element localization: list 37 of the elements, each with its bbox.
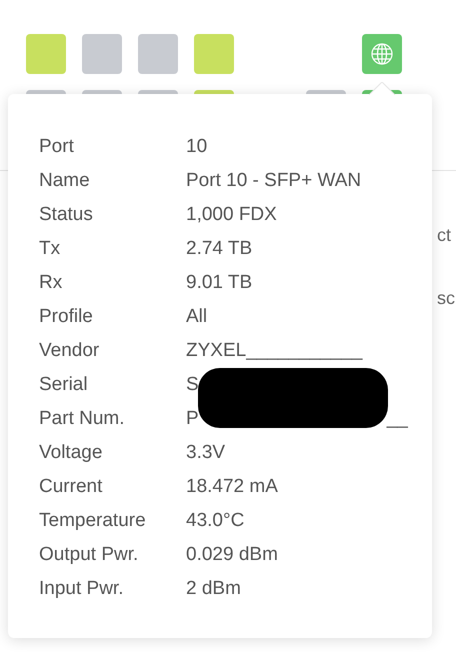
field-value: 1,000 FDX (186, 203, 277, 227)
background-text: ct (437, 224, 452, 247)
globe-icon (370, 42, 394, 66)
field-label: Current (39, 475, 104, 499)
port-tile[interactable] (26, 34, 66, 74)
field-value: 3.3V (186, 441, 226, 465)
field-label: Output Pwr. (39, 543, 140, 567)
field-label: Temperature (39, 509, 147, 533)
field-value: 9.01 TB (186, 271, 252, 295)
field-label: Vendor (39, 339, 100, 363)
field-value: 18.472 mA (186, 475, 278, 499)
field-label: Tx (39, 237, 62, 261)
field-value: 2.74 TB (186, 237, 252, 261)
background-text: sc (437, 287, 455, 310)
field-value: All (186, 305, 208, 329)
field-value: ZYXEL___________ (186, 339, 362, 363)
field-label: Part Num. (39, 407, 126, 431)
port-tile[interactable] (82, 34, 122, 74)
port-tile[interactable] (194, 34, 234, 74)
field-label: Profile (39, 305, 94, 329)
field-label: Status (39, 203, 94, 227)
field-value: S (186, 373, 199, 397)
field-value: 2 dBm (186, 577, 241, 601)
field-value: 43.0°C (186, 509, 244, 533)
field-value: 0.029 dBm (186, 543, 278, 567)
field-label: Serial (39, 373, 89, 397)
field-label: Rx (39, 271, 64, 295)
field-label: Name (39, 169, 91, 193)
field-value: P (186, 407, 199, 431)
field-label: Input Pwr. (39, 577, 124, 601)
port-tile[interactable] (138, 34, 178, 74)
field-value: 10 (186, 135, 208, 159)
field-value: Port 10 - SFP+ WAN (186, 169, 362, 193)
field-value: __ (386, 407, 408, 431)
port-tile[interactable] (362, 34, 402, 74)
field-label: Voltage (39, 441, 104, 465)
field-label: Port (39, 135, 75, 159)
